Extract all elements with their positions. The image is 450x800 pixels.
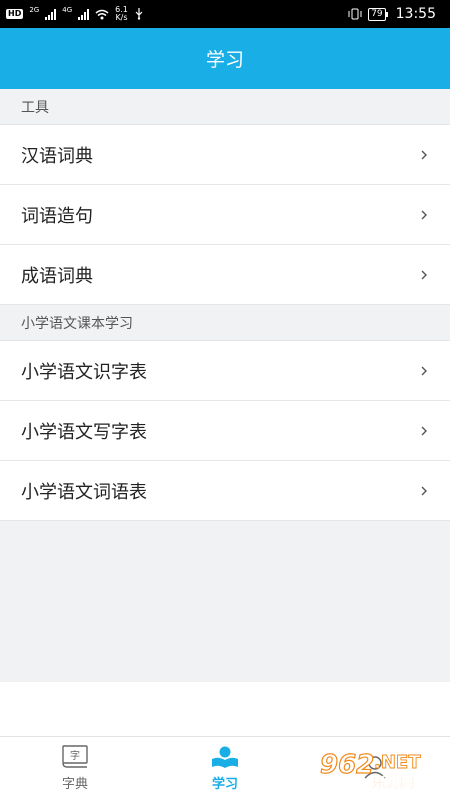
network-generation-label: 2G xyxy=(29,6,40,14)
tab-study[interactable]: 学习 xyxy=(150,737,300,800)
clock: 13:55 xyxy=(395,6,436,22)
usb-icon xyxy=(135,8,143,20)
svg-text:962: 962 xyxy=(320,750,374,780)
list-item-label: 小学语文写字表 xyxy=(21,421,147,443)
list-item[interactable]: 词语造句 xyxy=(0,185,450,245)
network-generation-label: 4G xyxy=(62,6,73,14)
list-item[interactable]: 小学语文词语表 xyxy=(0,461,450,521)
dictionary-icon: 字 xyxy=(62,745,88,768)
hd-badge: HD xyxy=(6,9,24,19)
list-item-label: 成语词典 xyxy=(21,265,93,287)
signal-strength-icon xyxy=(45,8,57,20)
chevron-right-icon xyxy=(421,150,427,159)
blank-area xyxy=(0,682,450,736)
app-header: 学习 xyxy=(0,28,450,89)
tab-label: 字典 xyxy=(61,777,88,792)
tab-label: 学习 xyxy=(211,777,238,792)
list-item[interactable]: 小学语文写字表 xyxy=(0,401,450,461)
main-content: 工具 汉语词典 词语造句 成语词典 小学语文课本学习 小学语文识字表 小学语文写… xyxy=(0,89,450,682)
page-title: 学习 xyxy=(205,49,244,71)
chevron-right-icon xyxy=(421,210,427,219)
list-item-label: 小学语文识字表 xyxy=(21,361,147,383)
tab-dictionary[interactable]: 字 字典 xyxy=(0,737,150,800)
network-speed: 6.1 K/s xyxy=(115,6,128,22)
list-item-label: 词语造句 xyxy=(21,205,93,227)
network-speed-unit: K/s xyxy=(115,13,128,22)
list-item-label: 小学语文词语表 xyxy=(21,481,147,503)
list-item[interactable]: 小学语文识字表 xyxy=(0,341,450,401)
list-item[interactable]: 成语词典 xyxy=(0,245,450,305)
section-header-tools: 工具 xyxy=(0,89,450,125)
wifi-icon xyxy=(95,9,109,19)
section-header-textbook: 小学语文课本学习 xyxy=(0,305,450,341)
study-icon xyxy=(212,746,238,768)
battery-icon: 79 xyxy=(368,7,389,21)
status-bar: HD 2G 4G 6.1 K/s 79 13:55 xyxy=(0,0,450,28)
svg-text:字: 字 xyxy=(70,749,80,762)
chevron-right-icon xyxy=(421,426,427,435)
list-item-label: 汉语词典 xyxy=(21,145,93,167)
watermark-logo: 962 .NET 乐游网 xyxy=(319,749,421,792)
vibrate-icon xyxy=(348,8,362,20)
svg-text:乐游网: 乐游网 xyxy=(372,775,414,792)
list-item[interactable]: 汉语词典 xyxy=(0,125,450,185)
chevron-right-icon xyxy=(421,486,427,495)
chevron-right-icon xyxy=(421,366,427,375)
svg-text:.NET: .NET xyxy=(374,752,421,773)
signal-strength-icon xyxy=(78,8,90,20)
chevron-right-icon xyxy=(421,270,427,279)
